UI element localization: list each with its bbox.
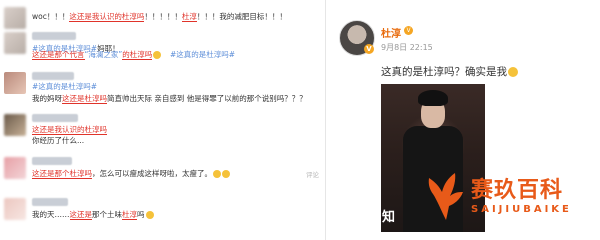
commenter-avatar[interactable] — [4, 72, 26, 94]
comment-text: woc！！！这还是我认识的杜淳吗！！！！！杜淳！！！我的减肥目标！！！ — [32, 12, 287, 22]
comment-text: #这真的是杜淳吗# — [32, 82, 98, 91]
comment-text: #这真的是杜淳吗# — [170, 50, 236, 59]
commenter-avatar[interactable] — [4, 157, 26, 179]
smile-icon — [153, 51, 162, 59]
photo-caption: 知 — [382, 210, 396, 225]
commenter-avatar[interactable] — [4, 114, 26, 136]
verified-icon: V — [404, 26, 413, 35]
commenter-name[interactable] — [32, 72, 74, 80]
comment-text: 我的天……这还是那个土味杜淳吗 — [32, 210, 154, 220]
smile-icon — [508, 67, 518, 77]
comment-text: 这还是那个杜淳吗，怎么可以瘦成这样呀啦，太瘦了。 — [32, 169, 230, 179]
commenter-name[interactable] — [32, 32, 76, 40]
commenter-avatar[interactable] — [4, 198, 26, 220]
comment-text-2: 你经历了什么... — [32, 136, 85, 145]
commenter-avatar[interactable] — [4, 7, 26, 29]
post-text: 这真的是杜淳吗？确实是我 — [381, 64, 518, 79]
whale-tail-icon — [428, 173, 463, 220]
smile-icon — [222, 170, 230, 178]
author-name[interactable]: 杜淳 — [381, 25, 401, 40]
watermark-logo: 赛玖百科 SAIJIUBAIKE — [421, 168, 596, 234]
commenter-avatar[interactable] — [4, 32, 26, 54]
weibo-post: V 杜淳 V 9月8日 22:15 这真的是杜淳吗？确实是我 知 赛玖百科 SA… — [326, 0, 600, 240]
watermark-en: SAIJIUBAIKE — [471, 204, 572, 215]
commenter-name[interactable] — [32, 198, 68, 206]
photo-person-hair — [418, 90, 448, 106]
comment-text-2: 我的妈呀这还是杜淳吗简直帅出天际 亲自感到 他是得罪了以前的那个说别吗？？？ — [32, 94, 307, 104]
comment-text-main: 这还是那个代言“海澜之家”的杜淳吗 — [32, 50, 162, 60]
comment-meta[interactable]: 评论 — [306, 169, 319, 179]
comment-text: 这还是我认识的杜淳吗 — [32, 125, 107, 135]
smile-icon — [145, 211, 154, 219]
commenter-name[interactable] — [32, 157, 72, 165]
watermark-cn: 赛玖百科 — [471, 178, 564, 203]
commenter-name[interactable] — [32, 114, 78, 122]
post-time[interactable]: 9月8日 22:15 — [381, 42, 433, 53]
comments-panel: woc！！！这还是我认识的杜淳吗！！！！！杜淳！！！我的减肥目标！！！ #这真的… — [0, 0, 325, 240]
laugh-icon — [213, 170, 221, 178]
verified-badge-icon: V — [364, 44, 374, 54]
